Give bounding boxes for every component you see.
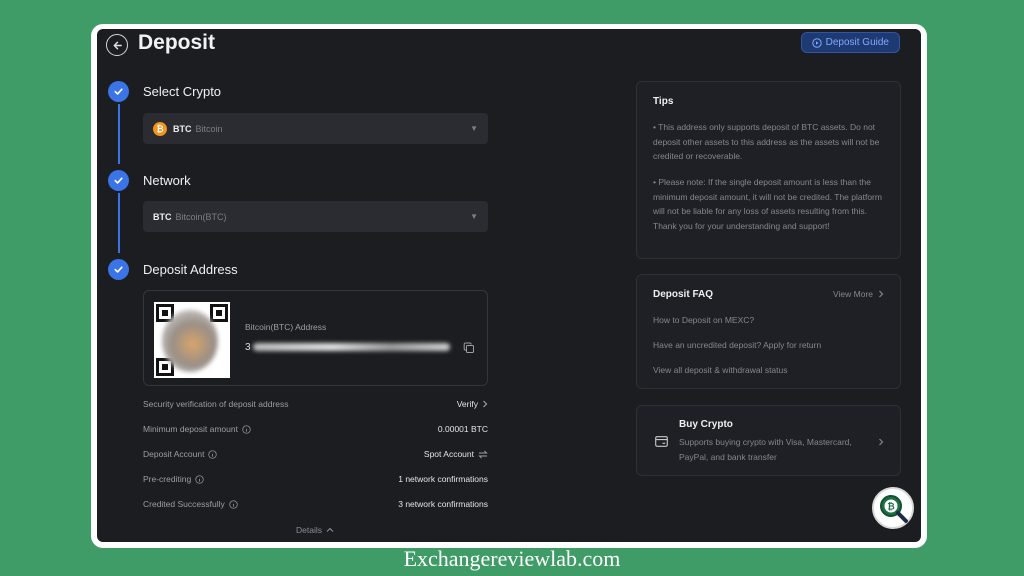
bitcoin-magnifier-icon: ₿ (880, 495, 908, 523)
verify-link[interactable]: Verify (457, 399, 488, 409)
svg-text:₿: ₿ (887, 502, 894, 513)
deposit-guide-button[interactable]: Deposit Guide (800, 32, 900, 53)
play-circle-icon (811, 37, 822, 48)
chevron-right-icon (879, 290, 884, 298)
step-title-network: Network (143, 173, 191, 188)
step-connector (118, 104, 120, 164)
check-icon (114, 177, 123, 184)
bitcoin-icon: ₿ (153, 121, 167, 136)
deposit-guide-label: Deposit Guide (825, 37, 889, 48)
arrow-left-icon (113, 41, 122, 49)
caret-down-icon: ▼ (470, 212, 478, 221)
watermark-logo: ₿ (872, 487, 914, 529)
deposit-account-value: Spot Account (423, 449, 474, 459)
qr-finder (210, 304, 228, 322)
check-icon (114, 88, 123, 95)
step-title-select-crypto: Select Crypto (143, 84, 222, 99)
step-1-check (108, 81, 129, 102)
deposit-account-switch[interactable]: Spot Account (424, 449, 488, 459)
chevron-right-icon (483, 400, 488, 408)
info-row-minimum-deposit: Minimum deposit amount 0.00001 BTC (143, 422, 488, 436)
deposit-screen: Deposit Deposit Guide Select Crypto ₿ BT… (97, 29, 921, 542)
tips-title: Tips (653, 96, 674, 107)
chevron-right-icon (879, 438, 884, 446)
credited-successfully-value: 3 network confirmations (398, 499, 488, 509)
faq-panel: Deposit FAQ View More How to Deposit on … (636, 274, 901, 389)
buy-crypto-title: Buy Crypto (679, 419, 733, 430)
info-icon[interactable] (195, 474, 204, 484)
deposit-address-card: Bitcoin(BTC) Address 3 (143, 290, 488, 386)
copy-icon (463, 342, 474, 353)
swap-icon (478, 450, 488, 458)
details-label: Details (296, 525, 322, 535)
page-title: Deposit (138, 31, 216, 54)
info-label: Pre-crediting (143, 474, 192, 484)
network-symbol: BTC (153, 211, 172, 222)
view-more-label: View More (833, 289, 873, 299)
address-prefix: 3 (245, 341, 251, 353)
info-row-deposit-account: Deposit Account Spot Account (143, 447, 488, 461)
watermark-text: Exchangereviewlab.com (403, 546, 621, 571)
crypto-name: Bitcoin (195, 123, 223, 134)
step-title-deposit-address: Deposit Address (143, 262, 238, 277)
details-toggle[interactable]: Details (296, 525, 334, 535)
tips-panel: Tips • This address only supports deposi… (636, 81, 901, 259)
info-label: Deposit Account (143, 449, 205, 459)
crypto-select[interactable]: ₿ BTC Bitcoin ▼ (143, 113, 488, 144)
deposit-qr-code (154, 302, 230, 378)
pre-crediting-value: 1 network confirmations (398, 474, 488, 484)
credit-card-icon (655, 436, 668, 447)
back-button[interactable] (106, 34, 128, 56)
buy-crypto-description: Supports buying crypto with Visa, Master… (679, 437, 852, 462)
minimum-deposit-value: 0.00001 BTC (437, 424, 488, 434)
network-name: Bitcoin(BTC) (175, 211, 227, 222)
info-icon[interactable] (229, 499, 238, 509)
faq-title: Deposit FAQ (653, 289, 714, 300)
qr-blurred-area (162, 310, 218, 372)
view-more-link[interactable]: View More (833, 289, 884, 299)
buy-crypto-card[interactable]: Buy Crypto Supports buying crypto with V… (636, 405, 901, 476)
step-3-check (108, 259, 129, 280)
info-row-credited-successfully: Credited Successfully 3 network confirma… (143, 497, 488, 511)
step-2-check (108, 170, 129, 191)
chevron-up-icon (326, 527, 334, 532)
network-select[interactable]: BTC Bitcoin(BTC) ▼ (143, 201, 488, 232)
info-icon[interactable] (242, 424, 251, 434)
info-label: Minimum deposit amount (143, 424, 238, 434)
faq-link[interactable]: How to Deposit on MEXC? (653, 315, 754, 325)
verify-label: Verify (456, 399, 478, 409)
deposit-address-value: 3 (245, 341, 450, 353)
faq-link[interactable]: Have an uncredited deposit? Apply for re… (653, 340, 821, 350)
tip-paragraph: • Please note: If the single deposit amo… (653, 177, 882, 231)
info-label: Security verification of deposit address (143, 399, 289, 409)
crypto-symbol: BTC (173, 123, 192, 134)
info-row-security-verification: Security verification of deposit address… (143, 397, 488, 411)
step-connector (118, 193, 120, 253)
info-icon[interactable] (208, 449, 218, 459)
check-icon (114, 266, 123, 273)
faq-link[interactable]: View all deposit & withdrawal status (653, 365, 788, 375)
address-label: Bitcoin(BTC) Address (245, 322, 327, 332)
tip-paragraph: • This address only supports deposit of … (653, 122, 880, 161)
address-redacted (252, 343, 450, 351)
info-row-pre-crediting: Pre-crediting 1 network confirmations (143, 472, 488, 486)
caret-down-icon: ▼ (470, 124, 478, 133)
copy-address-button[interactable] (463, 341, 475, 359)
info-label: Credited Successfully (143, 499, 225, 509)
